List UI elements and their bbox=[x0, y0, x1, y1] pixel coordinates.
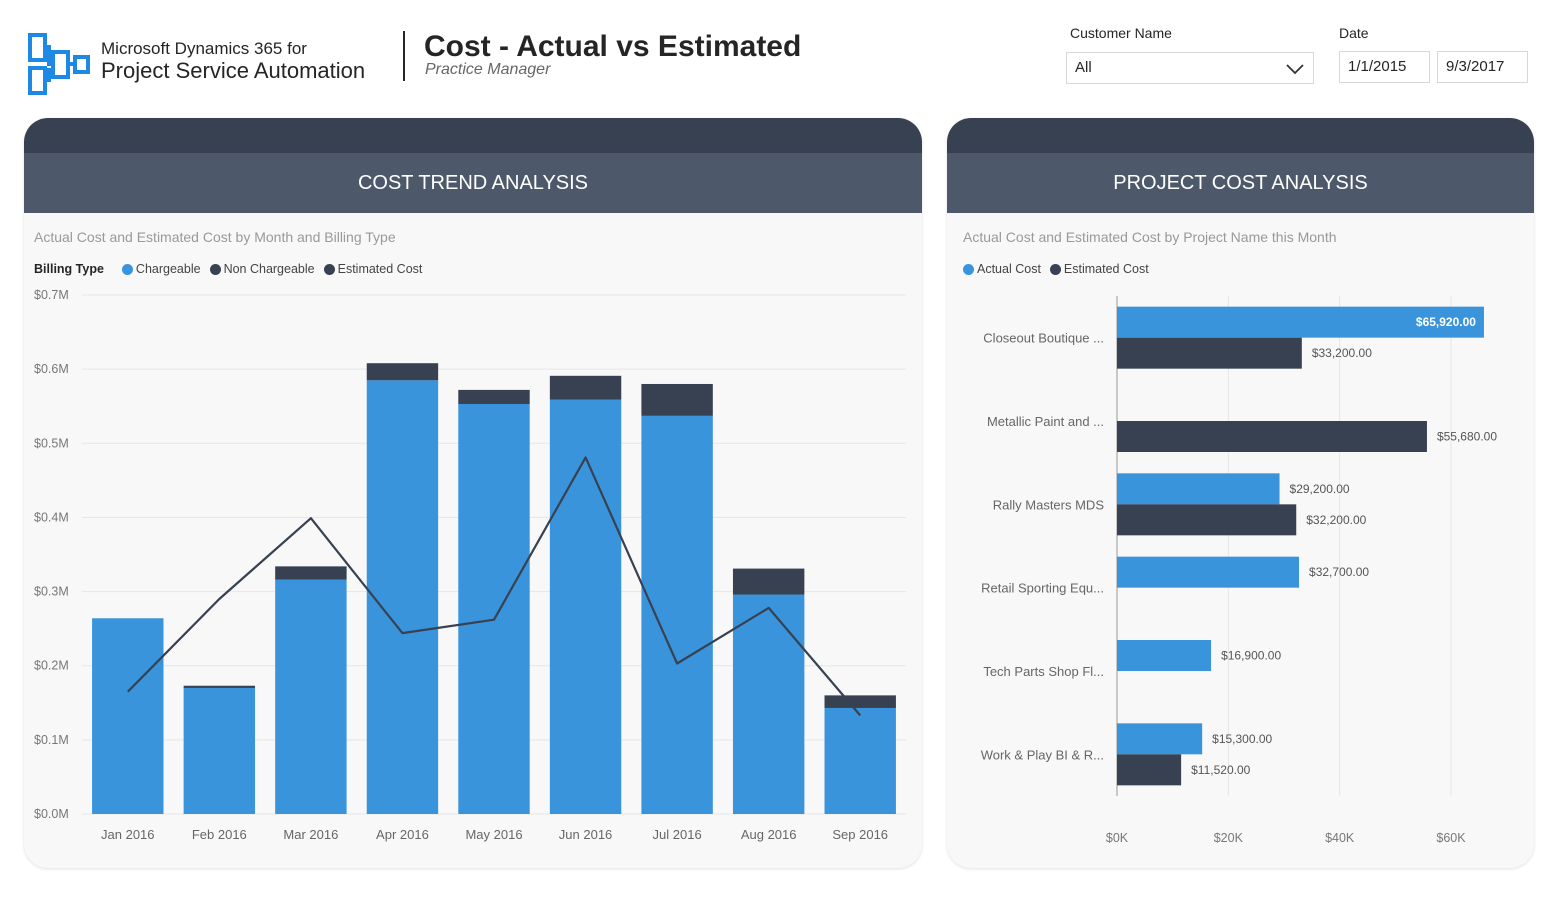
bar-chargeable bbox=[366, 380, 439, 814]
bar-chargeable bbox=[732, 594, 805, 814]
bar-non-chargeable bbox=[549, 375, 622, 400]
bar-chargeable bbox=[275, 579, 347, 814]
x-tick-label: Apr 2016 bbox=[376, 827, 429, 842]
bar-chargeable bbox=[92, 618, 164, 814]
x-tick-label: May 2016 bbox=[465, 827, 522, 842]
bar-chargeable bbox=[183, 687, 256, 814]
x-tick-label: Aug 2016 bbox=[741, 827, 797, 842]
bar-non-chargeable bbox=[183, 685, 256, 688]
x-tick-label: Jun 2016 bbox=[559, 827, 613, 842]
cost-trend-chart: $0.0M $0.1M $0.2M $0.3M $0.4M $0.5M $0.6M $0.7M… bbox=[34, 288, 906, 842]
y-tick-label: $0.6M bbox=[34, 362, 69, 376]
bar-non-chargeable bbox=[641, 383, 713, 416]
bar-non-chargeable bbox=[366, 363, 439, 381]
x-tick-label: Feb 2016 bbox=[192, 827, 247, 842]
y-tick-label: $0.2M bbox=[34, 659, 69, 673]
bar-non-chargeable bbox=[732, 568, 805, 595]
bar-non-chargeable bbox=[458, 389, 530, 404]
y-tick-label: $0.0M bbox=[34, 807, 69, 821]
bar-non-chargeable bbox=[275, 566, 347, 580]
y-tick-label: $0.4M bbox=[34, 510, 69, 524]
x-tick-label: Jan 2016 bbox=[101, 827, 155, 842]
x-tick-label: Mar 2016 bbox=[283, 827, 338, 842]
y-tick-label: $0.3M bbox=[34, 585, 69, 599]
y-tick-label: $0.1M bbox=[34, 733, 69, 747]
bar-non-chargeable bbox=[824, 695, 896, 708]
x-tick-label: Sep 2016 bbox=[832, 827, 888, 842]
y-tick-label: $0.7M bbox=[34, 288, 69, 302]
bar-chargeable bbox=[458, 403, 530, 814]
bar-chargeable bbox=[824, 707, 896, 814]
y-tick-label: $0.5M bbox=[34, 436, 69, 450]
x-tick-label: Jul 2016 bbox=[653, 827, 702, 842]
bar-chargeable bbox=[549, 399, 622, 814]
bar-chargeable bbox=[641, 415, 713, 814]
